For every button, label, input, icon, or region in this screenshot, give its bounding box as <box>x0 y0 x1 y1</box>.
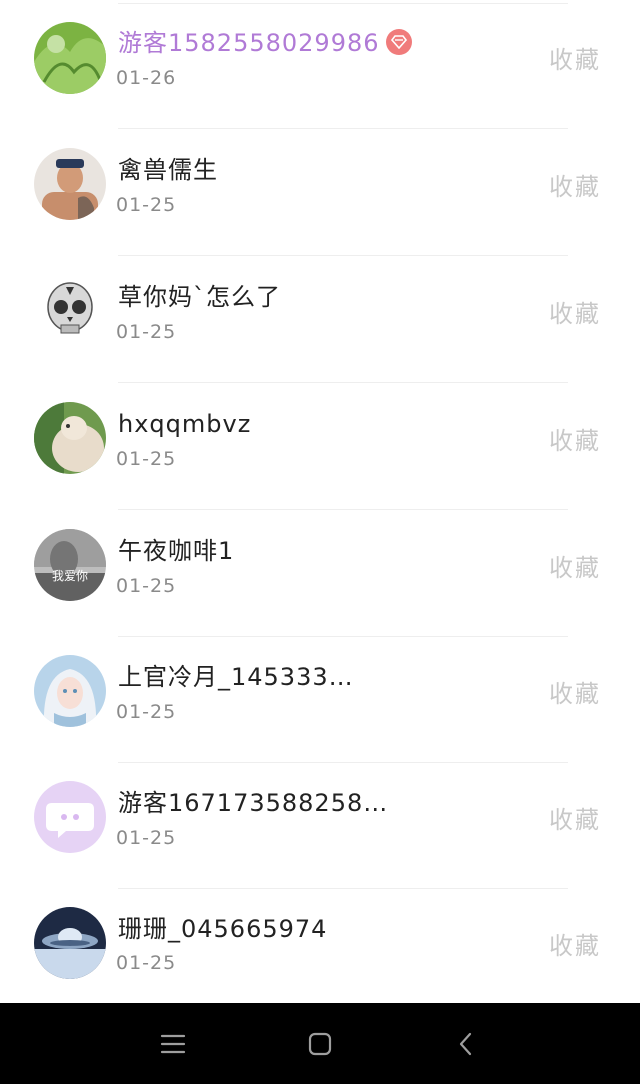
favorite-button[interactable]: 收藏 <box>549 299 601 329</box>
back-icon <box>459 1032 472 1056</box>
user-name[interactable]: 上官冷月_145333… <box>118 662 354 692</box>
avatar[interactable] <box>34 402 106 474</box>
favorite-button[interactable]: 收藏 <box>549 426 601 456</box>
avatar[interactable] <box>34 655 106 727</box>
list-item[interactable]: 我爱你 午夜咖啡1 01-25 收藏 <box>0 508 640 637</box>
default-chat-avatar-icon <box>34 781 106 853</box>
post-date: 01-26 <box>116 67 177 89</box>
favorite-button[interactable]: 收藏 <box>549 45 601 75</box>
favorite-button[interactable]: 收藏 <box>549 172 601 202</box>
system-navigation-bar <box>0 1003 640 1084</box>
post-date: 01-25 <box>116 194 177 216</box>
user-name[interactable]: hxqqmbvz <box>118 409 251 439</box>
list-item[interactable]: 禽兽儒生 01-25 收藏 <box>0 127 640 256</box>
list-item[interactable]: hxqqmbvz 01-25 收藏 <box>0 381 640 510</box>
user-name[interactable]: 草你妈`怎么了 <box>118 282 281 312</box>
lettuce-avatar-icon <box>34 22 106 94</box>
bw-photo-avatar-icon: 我爱你 <box>34 529 106 601</box>
post-date: 01-25 <box>116 575 177 597</box>
list-item[interactable]: 珊珊_045665974 01-25 收藏 <box>0 887 640 1013</box>
user-name[interactable]: 午夜咖啡1 <box>118 536 234 566</box>
list-item[interactable]: 游客1582558029986 01-26 收藏 <box>0 0 640 129</box>
user-name-text: 游客1582558029986 <box>118 29 380 57</box>
avatar[interactable] <box>34 275 106 347</box>
user-name[interactable]: 游客1582558029986 <box>118 28 412 58</box>
avatar-caption: 我爱你 <box>52 569 88 583</box>
list-item[interactable]: 上官冷月_145333… 01-25 收藏 <box>0 635 640 763</box>
favorite-button[interactable]: 收藏 <box>549 931 601 961</box>
vip-badge-icon <box>385 29 412 55</box>
anime-girl-avatar-icon <box>34 655 106 727</box>
avatar[interactable] <box>34 781 106 853</box>
post-date: 01-25 <box>116 952 177 974</box>
favorite-button[interactable]: 收藏 <box>549 553 601 583</box>
menu-icon <box>160 1034 186 1054</box>
avatar[interactable] <box>34 22 106 94</box>
menu-button[interactable] <box>158 1029 188 1059</box>
app-screen: 游客1582558029986 01-26 收藏 禽兽儒生 01-25 收藏 草… <box>0 0 640 1084</box>
back-button[interactable] <box>451 1029 481 1059</box>
ufo-avatar-icon <box>34 907 106 979</box>
favorite-button[interactable]: 收藏 <box>549 805 601 835</box>
home-button[interactable] <box>305 1029 335 1059</box>
favorite-button[interactable]: 收藏 <box>549 679 601 709</box>
user-name[interactable]: 禽兽儒生 <box>118 155 218 185</box>
avatar[interactable] <box>34 907 106 979</box>
post-date: 01-25 <box>116 321 177 343</box>
user-name[interactable]: 游客167173588258… <box>118 788 388 818</box>
home-icon <box>308 1032 332 1056</box>
post-date: 01-25 <box>116 448 177 470</box>
man-avatar-icon <box>34 148 106 220</box>
skull-avatar-icon <box>34 275 106 347</box>
user-name[interactable]: 珊珊_045665974 <box>118 914 327 944</box>
avatar[interactable] <box>34 148 106 220</box>
list-item[interactable]: 草你妈`怎么了 01-25 收藏 <box>0 254 640 383</box>
avatar[interactable]: 我爱你 <box>34 529 106 601</box>
post-date: 01-25 <box>116 701 177 723</box>
post-date: 01-25 <box>116 827 177 849</box>
list-item[interactable]: 游客167173588258… 01-25 收藏 <box>0 761 640 889</box>
capybara-avatar-icon <box>34 402 106 474</box>
